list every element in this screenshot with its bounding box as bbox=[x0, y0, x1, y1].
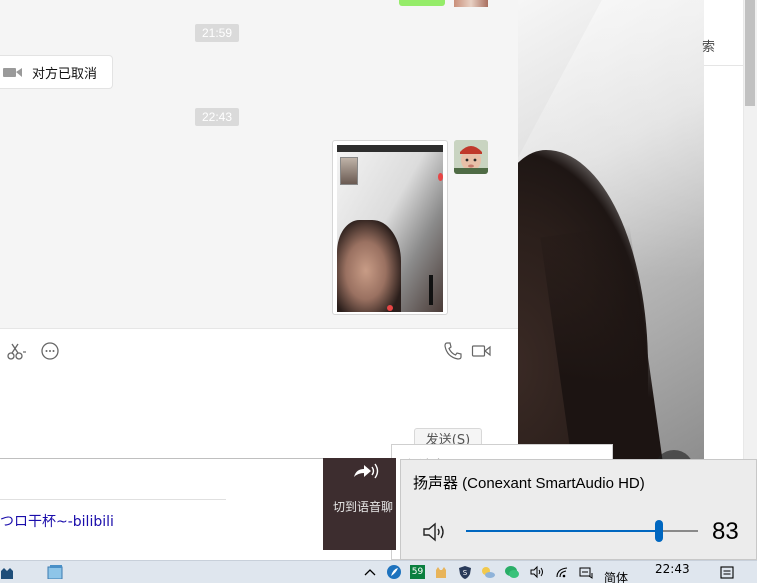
baby-avatar-image bbox=[454, 140, 488, 174]
scrollbar-thumb[interactable] bbox=[745, 0, 755, 106]
sent-message-bubble[interactable] bbox=[399, 0, 445, 6]
divider bbox=[704, 65, 744, 66]
clock-time[interactable]: 22:43 bbox=[655, 562, 690, 576]
cat-icon[interactable] bbox=[434, 565, 448, 579]
notification-icon[interactable] bbox=[720, 565, 734, 579]
timestamp-badge: 21:59 bbox=[195, 24, 239, 42]
wifi-icon[interactable] bbox=[555, 565, 569, 579]
avatar[interactable] bbox=[454, 0, 488, 7]
screenshot-preview bbox=[337, 145, 443, 312]
switch-to-voice-label: 切到语音聊 bbox=[333, 500, 394, 514]
video-camera-icon bbox=[3, 68, 22, 77]
shield-icon[interactable]: S bbox=[458, 565, 472, 579]
search-result-link[interactable]: つロ干杯~-bilibili bbox=[0, 511, 114, 531]
speaker-icon[interactable] bbox=[421, 520, 449, 544]
svg-text:S: S bbox=[463, 569, 468, 577]
app-icon[interactable] bbox=[0, 565, 14, 579]
timestamp-badge: 22:43 bbox=[195, 108, 239, 126]
call-status-text: 对方已取消 bbox=[32, 66, 98, 82]
volume-value: 83 bbox=[712, 518, 739, 545]
divider bbox=[0, 499, 226, 500]
weather-icon[interactable] bbox=[481, 565, 495, 579]
preview-person bbox=[337, 220, 401, 312]
preview-hangup-dot bbox=[387, 305, 393, 311]
taskbar: 59 S 简体 22:43 bbox=[0, 560, 757, 583]
chat-bubble-icon[interactable] bbox=[40, 341, 60, 361]
screen: 21:59 对方已取消 22:43 发送(S) つロ干杯~-bilibili 索… bbox=[0, 0, 757, 583]
screenshot-image-message[interactable] bbox=[332, 140, 448, 315]
volume-slider-fill bbox=[466, 530, 659, 532]
video-call-icon[interactable] bbox=[471, 341, 491, 361]
switch-to-voice-panel[interactable]: 切到语音聊 bbox=[323, 458, 396, 550]
preview-topbar bbox=[337, 145, 443, 152]
search-button-label[interactable]: 索 bbox=[702, 36, 715, 55]
switch-audio-icon[interactable] bbox=[350, 461, 380, 485]
volume-slider-thumb[interactable] bbox=[654, 520, 663, 542]
chat-message-area[interactable]: 21:59 对方已取消 22:43 bbox=[0, 0, 518, 328]
volume-icon[interactable] bbox=[530, 565, 544, 579]
avatar[interactable] bbox=[454, 140, 488, 174]
chat-toolbar bbox=[0, 328, 518, 372]
video-call-feed[interactable] bbox=[518, 0, 704, 470]
keyboard-icon[interactable] bbox=[579, 565, 593, 579]
badge-59-icon[interactable]: 59 bbox=[410, 565, 425, 579]
feather-icon[interactable] bbox=[387, 565, 401, 579]
volume-slider-track[interactable] bbox=[466, 530, 698, 532]
notepad-app-icon[interactable] bbox=[44, 565, 68, 579]
preview-pip-window bbox=[340, 157, 358, 185]
scissors-icon[interactable] bbox=[6, 341, 26, 361]
preview-edge-dot bbox=[438, 173, 443, 181]
video-call-status-bubble[interactable]: 对方已取消 bbox=[0, 55, 113, 89]
volume-flyout: 扬声器 (Conexant SmartAudio HD) 83 bbox=[400, 459, 757, 560]
preview-volume-bar bbox=[429, 275, 433, 305]
wechat-icon[interactable] bbox=[505, 565, 519, 579]
phone-icon[interactable] bbox=[443, 341, 463, 361]
ime-indicator[interactable]: 简体 bbox=[604, 569, 628, 583]
audio-device-name[interactable]: 扬声器 (Conexant SmartAudio HD) bbox=[413, 472, 645, 493]
chevron-up-icon[interactable] bbox=[363, 565, 377, 579]
